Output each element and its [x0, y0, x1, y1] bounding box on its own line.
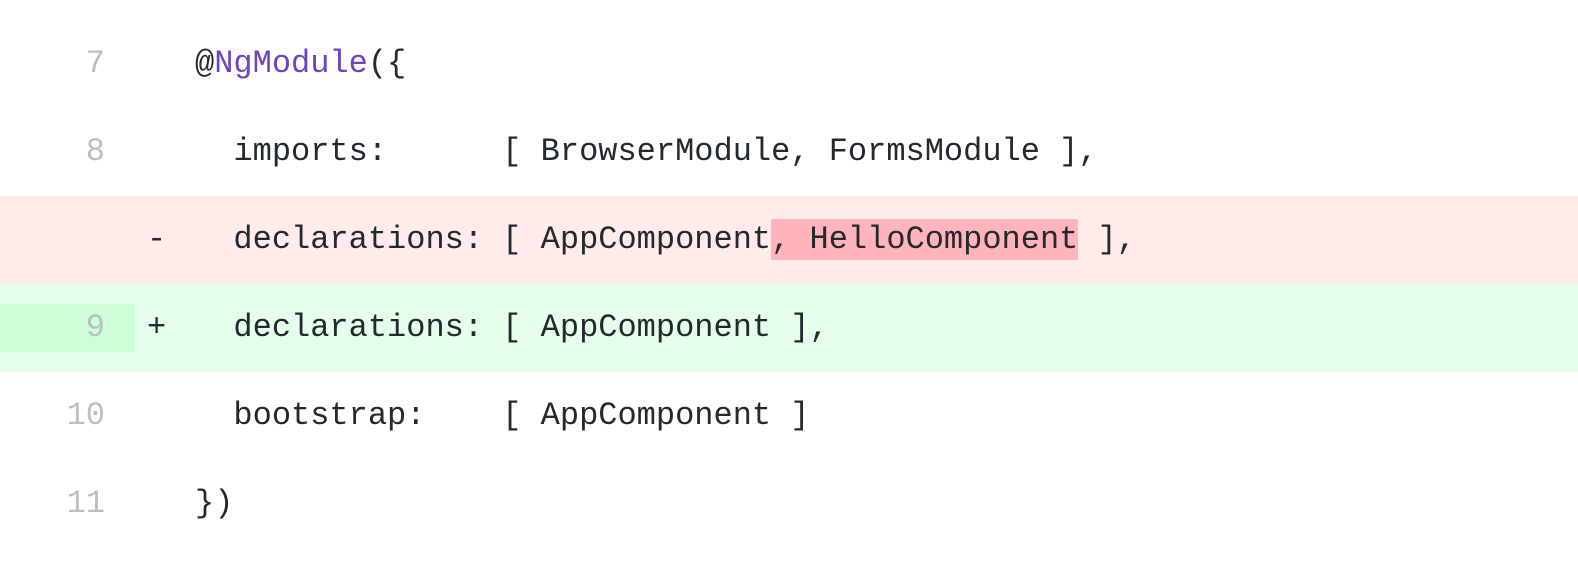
- diff-line-deleted: - declarations: [ AppComponent, HelloCom…: [0, 196, 1578, 284]
- line-number: 7: [0, 40, 135, 88]
- token-at: @: [195, 45, 214, 82]
- line-number: 9: [0, 304, 135, 352]
- diff-marker-plus: +: [135, 304, 187, 352]
- token-decorator-name: NgModule: [214, 45, 368, 82]
- diff-marker-minus: -: [135, 216, 187, 264]
- line-number: 10: [0, 392, 135, 440]
- removed-highlight: , HelloComponent: [771, 219, 1078, 260]
- code-text-suffix: ],: [1078, 221, 1136, 258]
- line-number: 8: [0, 128, 135, 176]
- diff-line-context: 10 bootstrap: [ AppComponent ]: [0, 372, 1578, 460]
- diff-line-added: 9 + declarations: [ AppComponent ],: [0, 284, 1578, 372]
- diff-line-context: 7 @NgModule({: [0, 20, 1578, 108]
- code-content: }): [187, 480, 1578, 528]
- code-text: }): [195, 485, 233, 522]
- diff-line-context: 11 }): [0, 460, 1578, 548]
- code-text-prefix: declarations: [ AppComponent: [195, 221, 771, 258]
- code-text: imports: [ BrowserModule, FormsModule ],: [195, 133, 1098, 170]
- code-text: declarations: [ AppComponent ],: [195, 309, 829, 346]
- code-content: declarations: [ AppComponent, HelloCompo…: [187, 216, 1578, 264]
- diff-viewer: 7 @NgModule({ 8 imports: [ BrowserModule…: [0, 20, 1578, 548]
- line-number: 11: [0, 480, 135, 528]
- code-content: @NgModule({: [187, 40, 1578, 88]
- token-punct: ({: [368, 45, 406, 82]
- code-content: imports: [ BrowserModule, FormsModule ],: [187, 128, 1578, 176]
- code-content: declarations: [ AppComponent ],: [187, 304, 1578, 352]
- code-text: bootstrap: [ AppComponent ]: [195, 397, 810, 434]
- code-content: bootstrap: [ AppComponent ]: [187, 392, 1578, 440]
- diff-line-context: 8 imports: [ BrowserModule, FormsModule …: [0, 108, 1578, 196]
